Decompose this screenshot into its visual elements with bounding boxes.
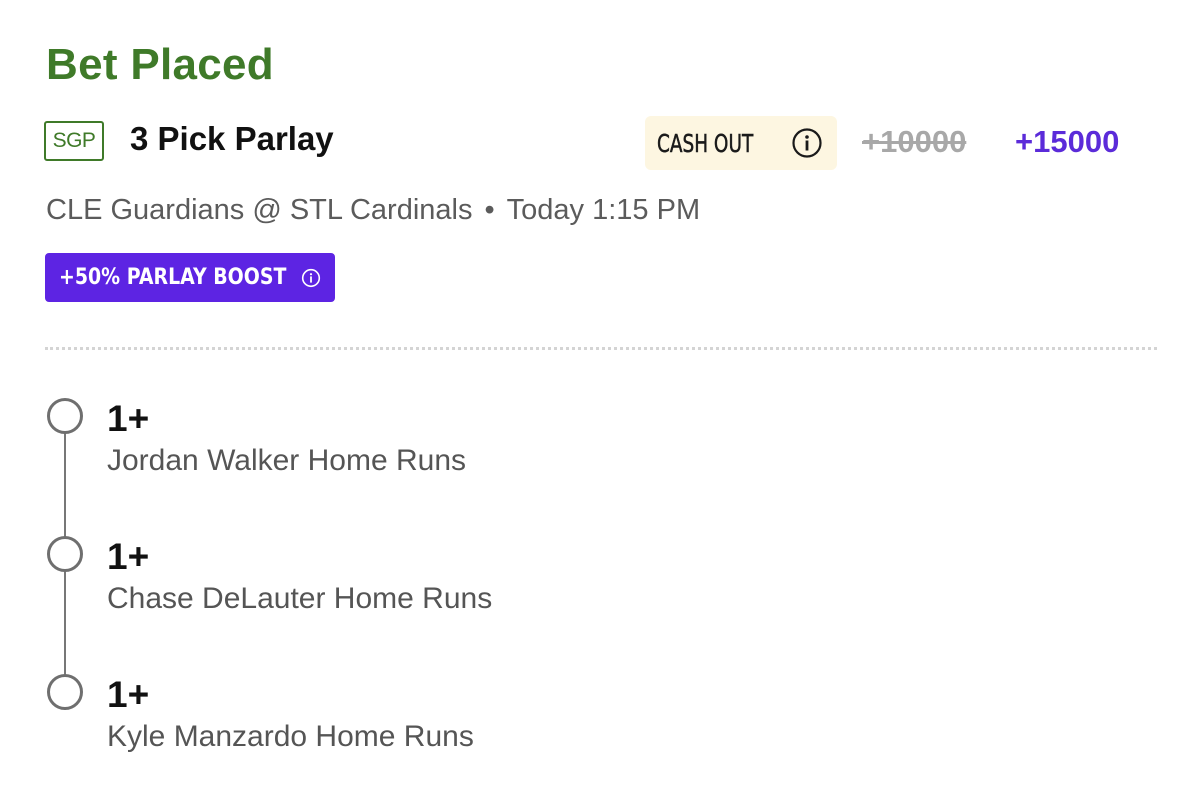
info-icon[interactable]: [791, 127, 823, 159]
leg-market: Jordan Walker Home Runs: [107, 444, 467, 477]
matchup: CLE Guardians @ STL Cardinals: [46, 194, 473, 226]
list-item: 1+ Chase DeLauter Home Runs: [45, 528, 1145, 638]
parlay-boost-label: +50% PARLAY BOOST: [59, 265, 287, 290]
game-info: CLE Guardians @ STL Cardinals • Today 1:15…: [46, 194, 700, 227]
boosted-odds: +15000: [1015, 124, 1120, 159]
cash-out-button[interactable]: CASH OUT: [645, 116, 837, 170]
parlay-header: SGP 3 Pick Parlay CASH OUT +10000 +15000: [44, 116, 1156, 172]
leg-market: Chase DeLauter Home Runs: [107, 582, 493, 615]
leg-status-circle: [47, 674, 83, 710]
list-item: 1+ Jordan Walker Home Runs: [45, 390, 1145, 500]
leg-status-circle: [47, 536, 83, 572]
leg-value: 1+: [107, 674, 150, 715]
bet-status-title: Bet Placed: [46, 40, 274, 89]
parlay-legs: 1+ Jordan Walker Home Runs 1+ Chase DeLa…: [45, 390, 1145, 790]
leg-value: 1+: [107, 536, 150, 577]
separator: •: [484, 194, 495, 226]
parlay-title: 3 Pick Parlay: [130, 120, 334, 157]
original-odds: +10000: [862, 124, 967, 159]
leg-market: Kyle Manzardo Home Runs: [107, 720, 474, 753]
list-item: 1+ Kyle Manzardo Home Runs: [45, 666, 1145, 776]
info-icon[interactable]: [301, 268, 321, 288]
parlay-boost-badge[interactable]: +50% PARLAY BOOST: [45, 253, 336, 302]
divider: [45, 347, 1157, 350]
sgp-badge: SGP: [44, 121, 104, 161]
leg-value: 1+: [107, 398, 150, 439]
game-time: Today 1:15 PM: [506, 194, 701, 226]
cash-out-label: CASH OUT: [657, 128, 754, 158]
leg-status-circle: [47, 398, 83, 434]
